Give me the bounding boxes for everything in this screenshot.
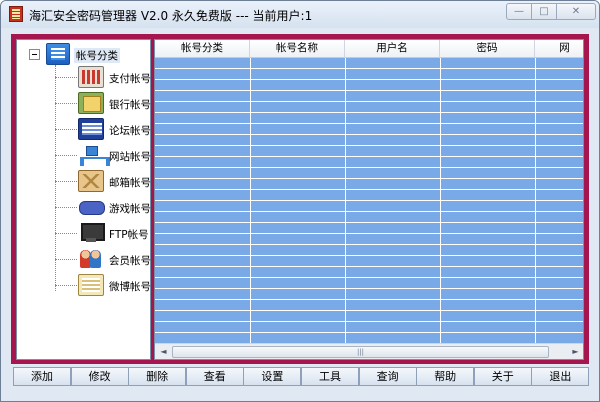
delete-button[interactable]: 删除 <box>128 367 187 386</box>
tree-item[interactable]: 会员帐号 <box>17 248 151 272</box>
action-toolbar: 添加 修改 删除 查看 设置 工具 查询 帮助 关于 退出 <box>13 367 590 386</box>
close-button[interactable]: ✕ <box>556 3 596 20</box>
status-bar <box>1 388 599 401</box>
gamepad-icon <box>78 196 105 218</box>
tree-item-label: 银行帐号 <box>109 99 151 111</box>
tree-item[interactable]: 银行帐号 <box>17 92 151 116</box>
tree-item-label: 支付帐号 <box>109 73 151 85</box>
column-header-website[interactable]: 网 <box>535 40 583 58</box>
network-icon <box>78 144 110 166</box>
grid-header: 帐号分类 帐号名称 用户名 密码 网 <box>155 40 583 58</box>
tree-item[interactable]: FTP帐号 <box>17 222 150 246</box>
column-header-password[interactable]: 密码 <box>440 40 535 58</box>
settings-button[interactable]: 设置 <box>243 367 302 386</box>
tree-item[interactable]: 邮箱帐号 <box>17 170 151 194</box>
list-icon <box>46 43 70 65</box>
tree-item-label: 论坛帐号 <box>109 125 151 137</box>
grid-rows-area[interactable] <box>155 58 583 343</box>
tree-root-label: 帐号分类 <box>74 48 120 63</box>
tools-button[interactable]: 工具 <box>301 367 359 386</box>
users-icon <box>78 248 104 270</box>
tree-item[interactable]: 网站帐号 <box>17 144 151 168</box>
computer-icon <box>78 222 105 244</box>
view-button[interactable]: 查看 <box>185 367 244 386</box>
envelope-icon <box>78 170 104 192</box>
column-header-category[interactable]: 帐号分类 <box>155 40 250 58</box>
forum-window-icon <box>78 118 104 140</box>
tree-item-label: 微博帐号 <box>109 281 151 293</box>
column-divider <box>345 58 346 343</box>
column-divider <box>440 58 441 343</box>
tree-item-label: 游戏帐号 <box>109 203 151 215</box>
minimize-button[interactable]: — <box>506 3 532 20</box>
tree-item[interactable]: 游戏帐号 <box>17 196 151 220</box>
scroll-left-arrow-icon[interactable]: ◄ <box>156 345 171 359</box>
window-title: 海汇安全密码管理器 V2.0 永久免费版 --- 当前用户:1 <box>29 9 313 23</box>
tree-item[interactable]: 论坛帐号 <box>17 118 151 142</box>
add-button[interactable]: 添加 <box>13 367 71 386</box>
edit-button[interactable]: 修改 <box>70 367 129 386</box>
app-window: 海汇安全密码管理器 V2.0 永久免费版 --- 当前用户:1 — □ ✕ 帐号… <box>0 0 600 402</box>
scroll-right-arrow-icon[interactable]: ► <box>568 345 583 359</box>
app-logo-icon <box>9 6 23 22</box>
account-grid[interactable]: 帐号分类 帐号名称 用户名 密码 网 ◄ ||| ► <box>154 39 584 360</box>
help-button[interactable]: 帮助 <box>416 367 475 386</box>
tree-item-label: 网站帐号 <box>109 151 151 163</box>
tree-item-label: FTP帐号 <box>109 229 149 241</box>
scroll-thumb[interactable]: ||| <box>172 346 549 358</box>
document-icon <box>78 274 104 296</box>
tree-item-label: 邮箱帐号 <box>109 177 151 189</box>
horizontal-scrollbar[interactable]: ◄ ||| ► <box>155 343 583 359</box>
exit-button[interactable]: 退出 <box>531 367 590 386</box>
column-divider <box>535 58 536 343</box>
calculator-icon <box>78 66 104 88</box>
tree-item[interactable]: 微博帐号 <box>17 274 151 298</box>
about-button[interactable]: 关于 <box>473 367 532 386</box>
tree-item[interactable]: 支付帐号 <box>17 66 151 90</box>
category-tree[interactable]: 帐号分类 支付帐号银行帐号论坛帐号网站帐号邮箱帐号游戏帐号 FTP帐号会员帐号微博… <box>16 39 151 360</box>
search-button[interactable]: 查询 <box>358 367 417 386</box>
collapse-toggle-icon[interactable] <box>29 49 40 60</box>
column-header-account-name[interactable]: 帐号名称 <box>250 40 345 58</box>
maximize-button[interactable]: □ <box>531 3 557 20</box>
column-header-username[interactable]: 用户名 <box>345 40 440 58</box>
bank-card-icon <box>78 92 104 114</box>
title-bar[interactable]: 海汇安全密码管理器 V2.0 永久免费版 --- 当前用户:1 — □ ✕ <box>1 1 599 28</box>
tree-item-label: 会员帐号 <box>109 255 151 267</box>
column-divider <box>250 58 251 343</box>
